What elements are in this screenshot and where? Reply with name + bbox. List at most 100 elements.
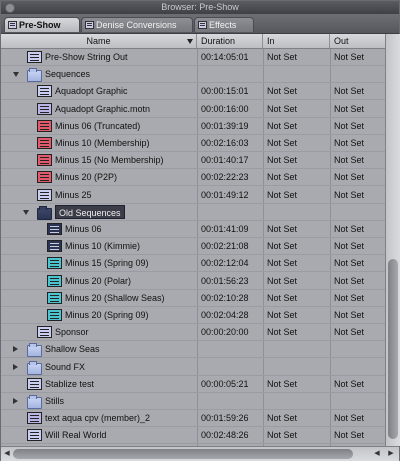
item-duration: 00:02:21:08: [201, 241, 249, 251]
disclosure-open-icon[interactable]: [23, 210, 29, 215]
tab-pre-show[interactable]: Pre-Show: [4, 17, 80, 32]
item-out: Not Set: [334, 224, 365, 234]
item-name: Sequences: [45, 69, 91, 79]
bin-icon: [37, 206, 52, 220]
column-header-in[interactable]: In: [263, 34, 330, 48]
item-name: Sponsor: [55, 327, 89, 337]
list-item[interactable]: Minus 25 00:01:49:12 Not Set Not Set: [1, 187, 385, 204]
sequence-icon: [47, 240, 62, 252]
item-in: Not Set: [267, 310, 298, 320]
list-item[interactable]: Stills: [1, 393, 385, 410]
item-name: Minus 25: [55, 190, 92, 200]
list-item[interactable]: Minus 15 (No Membership) 00:01:40:17 Not S…: [1, 152, 385, 169]
item-name: Minus 20 (Polar): [65, 276, 132, 286]
item-name: Pre-Show String Out: [45, 52, 128, 62]
sequence-icon: [37, 154, 52, 166]
item-duration: 00:00:16:00: [201, 104, 249, 114]
list-item[interactable]: Old Sequences: [1, 204, 385, 221]
item-out: Not Set: [334, 52, 365, 62]
sequence-icon: [47, 309, 62, 321]
item-in: Not Set: [267, 276, 298, 286]
list-item[interactable]: Shallow Seas: [1, 341, 385, 358]
item-out: Not Set: [334, 155, 365, 165]
item-out: Not Set: [334, 241, 365, 251]
item-name: Minus 20 (Spring 09): [65, 310, 149, 320]
list-item[interactable]: Minus 20 (Shallow Seas) 00:02:10:28 Not Se…: [1, 290, 385, 307]
scroll-left-icon[interactable]: ◀: [371, 448, 383, 460]
item-duration: 00:01:41:09: [201, 224, 249, 234]
sequence-icon: [47, 223, 62, 235]
item-in: Not Set: [267, 293, 298, 303]
list-item[interactable]: Minus 20 (P2P) 00:02:22:23 Not Set Not Set: [1, 169, 385, 186]
tab-label: Denise Conversions: [96, 20, 177, 30]
list-item[interactable]: Sound FX: [1, 359, 385, 376]
list-item[interactable]: Stablize test 00:00:05:21 Not Set Not Set: [1, 376, 385, 393]
list-item[interactable]: Minus 20 (Spring 09) 00:02:04:28 Not Set No…: [1, 307, 385, 324]
column-header-in-label: In: [267, 36, 275, 46]
item-name: Stills: [45, 396, 65, 406]
tab-denise-conversions[interactable]: Denise Conversions: [81, 17, 193, 32]
item-name: Minus 06: [65, 224, 102, 234]
close-button[interactable]: [5, 3, 15, 13]
sequence-icon: [27, 412, 42, 424]
sequence-icon: [37, 137, 52, 149]
title-bar[interactable]: Browser: Pre-Show: [1, 1, 399, 14]
list-item[interactable]: Minus 06 (Truncated) 00:01:39:19 Not Set No…: [1, 118, 385, 135]
list-item[interactable]: Sequences: [1, 66, 385, 83]
scroll-right-icon[interactable]: ▶: [385, 448, 397, 460]
item-in: Not Set: [267, 155, 298, 165]
item-name: Sound FX: [45, 362, 86, 372]
item-in: Not Set: [267, 104, 298, 114]
bin-icon: [27, 343, 42, 357]
item-in: Not Set: [267, 413, 298, 423]
disclosure-closed-icon[interactable]: [13, 364, 18, 370]
bin-icon: [27, 395, 42, 409]
item-duration: 00:14:05:01: [201, 52, 249, 62]
item-in: Not Set: [267, 258, 298, 268]
horizontal-scrollbar[interactable]: ◀ ◀ ▶: [1, 446, 399, 461]
motion-project-icon: [37, 103, 52, 115]
list-item[interactable]: Minus 10 (Kimmie) 00:02:21:08 Not Set Not S…: [1, 238, 385, 255]
list-item[interactable]: text aqua cpv (member)_2 00:01:59:26 Not S…: [1, 410, 385, 427]
list-item[interactable]: Minus 15 (Spring 09) 00:02:12:04 Not Set No…: [1, 255, 385, 272]
item-in: Not Set: [267, 138, 298, 148]
list-item[interactable]: Sponsor 00:00:20:00 Not Set Not Set: [1, 324, 385, 341]
sequence-icon: [27, 378, 42, 390]
item-out: Not Set: [334, 258, 365, 268]
tab-bar: Pre-Show Denise Conversions Effects: [1, 14, 399, 34]
column-header-duration[interactable]: Duration: [197, 34, 263, 48]
item-name: Aquadopt Graphic.motn: [55, 104, 151, 114]
item-duration: 00:02:48:26: [201, 430, 249, 440]
sequence-icon: [37, 326, 52, 338]
item-name: Aquadopt Graphic: [55, 86, 128, 96]
disclosure-closed-icon[interactable]: [13, 398, 18, 404]
effects-tab-icon: [198, 21, 207, 29]
window-title: Browser: Pre-Show: [161, 2, 239, 12]
vertical-scrollbar[interactable]: [385, 34, 400, 446]
item-duration: 00:01:49:12: [201, 190, 249, 200]
item-in: Not Set: [267, 52, 298, 62]
column-header-out[interactable]: Out: [330, 34, 385, 48]
item-name: Will Real World: [45, 430, 107, 440]
list-item[interactable]: Minus 06 00:01:41:09 Not Set Not Set: [1, 221, 385, 238]
disclosure-closed-icon[interactable]: [13, 346, 18, 352]
item-name: Minus 10 (Membership): [55, 138, 150, 148]
sequence-icon: [37, 171, 52, 183]
list-item[interactable]: Pre-Show String Out 00:14:05:01 Not Set Not…: [1, 49, 385, 66]
horizontal-scroll-thumb[interactable]: [13, 449, 353, 459]
vertical-scroll-thumb[interactable]: [388, 259, 398, 439]
scroll-left-icon[interactable]: ◀: [1, 448, 13, 460]
list-item[interactable]: Aquadopt Graphic 00:00:15:01 Not Set Not Se…: [1, 83, 385, 100]
item-name: Stablize test: [45, 379, 95, 389]
list-item[interactable]: Aquadopt Graphic.motn 00:00:16:00 Not Set N…: [1, 101, 385, 118]
item-out: Not Set: [334, 121, 365, 131]
list-item[interactable]: Will Real World 00:02:48:26 Not Set Not Set: [1, 427, 385, 444]
bin-icon: [27, 68, 42, 82]
tab-effects[interactable]: Effects: [194, 17, 254, 32]
list-item[interactable]: Minus 10 (Membership) 00:02:16:03 Not Set N…: [1, 135, 385, 152]
item-duration: 00:00:15:01: [201, 86, 249, 96]
list-item[interactable]: Minus 20 (Polar) 00:01:56:23 Not Set Not Se…: [1, 273, 385, 290]
column-header-name-label: Name: [86, 36, 111, 46]
column-header-name[interactable]: Name: [1, 34, 197, 48]
disclosure-open-icon[interactable]: [13, 72, 19, 77]
